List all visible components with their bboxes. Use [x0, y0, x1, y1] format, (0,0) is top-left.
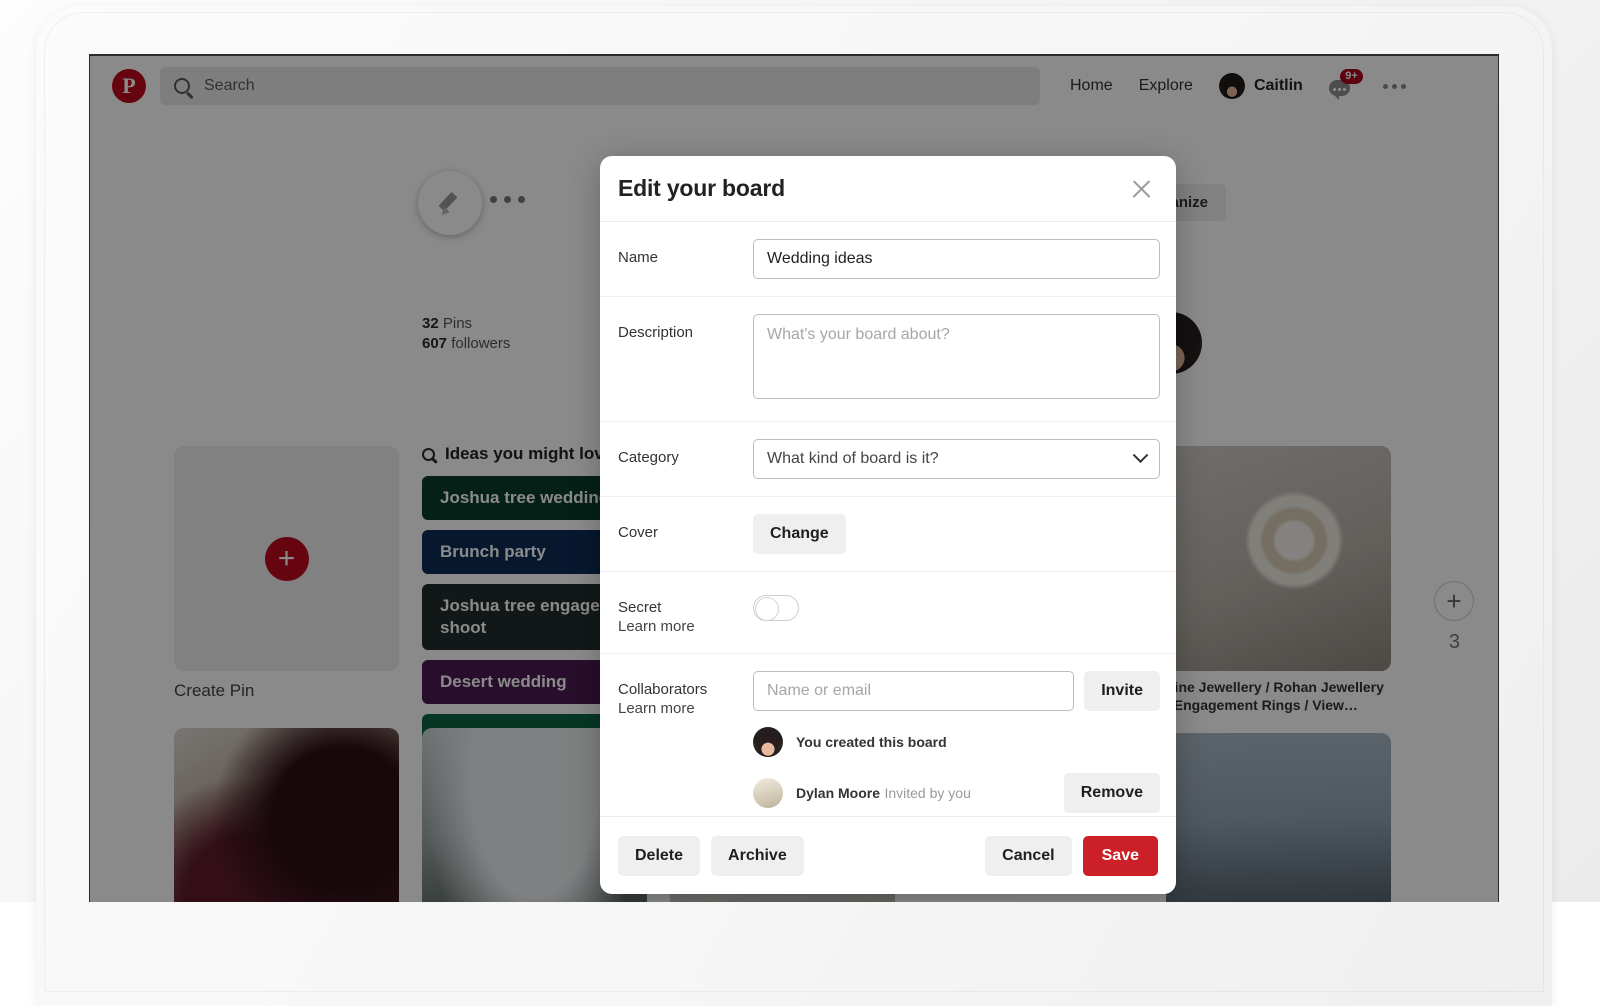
delete-button[interactable]: Delete [618, 836, 700, 876]
user-name: Caitlin [1254, 77, 1303, 95]
plus-icon: + [265, 537, 309, 581]
device-stage: P Search Home Explore Caitlin 9+ [0, 0, 1600, 902]
browser-viewport: P Search Home Explore Caitlin 9+ [89, 54, 1499, 902]
collaborators-label-text: Collaborators [618, 681, 707, 698]
secret-learn-more-link[interactable]: Learn more [618, 617, 753, 636]
board-description-input[interactable] [753, 314, 1160, 399]
collaborator-invite-row: Invite [753, 671, 1160, 711]
secret-label: Secret Learn more [618, 589, 753, 636]
header-nav: Home Explore Caitlin 9+ [1070, 73, 1406, 99]
avatar [1219, 73, 1245, 99]
category-label: Category [618, 439, 753, 467]
modal-title: Edit your board [618, 175, 785, 202]
messages-badge: 9+ [1340, 69, 1363, 84]
field-row-category: Category What kind of board is it? [600, 422, 1176, 497]
secret-label-text: Secret [618, 599, 661, 616]
invite-button[interactable]: Invite [1084, 671, 1160, 711]
chevron-down-icon [1133, 447, 1149, 463]
pin-image[interactable] [174, 728, 399, 902]
footer-right-actions: Cancel Save [985, 836, 1158, 876]
search-placeholder: Search [204, 77, 255, 95]
list-item: You created this board [753, 727, 1160, 757]
board-name-input[interactable] [753, 239, 1160, 279]
followers-count: 607 [422, 335, 447, 352]
field-row-name: Name [600, 222, 1176, 297]
search-input[interactable]: Search [160, 67, 1040, 105]
change-cover-button[interactable]: Change [753, 514, 846, 554]
pin-title: Fine Jewellery / Rohan Jewellery / Engag… [1166, 678, 1391, 714]
board-more-icon[interactable] [490, 196, 525, 203]
collaborators-learn-more-link[interactable]: Learn more [618, 699, 753, 718]
ellipsis-icon[interactable] [1383, 84, 1406, 89]
search-icon [174, 78, 190, 94]
pins-count: 32 [422, 315, 439, 332]
messages-button[interactable]: 9+ [1329, 74, 1357, 98]
collaborators-label: Collaborators Learn more [618, 671, 753, 718]
save-button[interactable]: Save [1083, 836, 1158, 876]
modal-header: Edit your board [600, 156, 1176, 222]
collaborator-name: You created this board [796, 734, 947, 750]
field-row-collaborators: Collaborators Learn more Invite You crea… [600, 654, 1176, 816]
pencil-icon [437, 190, 464, 217]
ideas-header-label: Ideas you might love [445, 444, 613, 464]
pins-label: Pins [443, 315, 472, 332]
create-pin-label: Create Pin [174, 681, 254, 701]
edit-board-modal: Edit your board Name Description [600, 156, 1176, 894]
name-label: Name [618, 239, 753, 267]
search-icon [422, 448, 435, 461]
footer-left-actions: Delete Archive [618, 836, 804, 876]
list-item: Dylan Moore Invited by you Remove [753, 773, 1160, 813]
scroll-plus-button[interactable]: + [1434, 581, 1474, 621]
cancel-button[interactable]: Cancel [985, 836, 1071, 876]
archive-button[interactable]: Archive [711, 836, 804, 876]
field-row-cover: Cover Change [600, 497, 1176, 572]
remove-collaborator-button[interactable]: Remove [1064, 773, 1160, 813]
pin-image[interactable] [1166, 733, 1391, 902]
followers-label: followers [451, 335, 510, 352]
modal-footer: Delete Archive Cancel Save [600, 816, 1176, 894]
scroll-count: 3 [1449, 631, 1460, 654]
category-selected-value: What kind of board is it? [767, 450, 939, 468]
secret-toggle[interactable] [753, 595, 799, 621]
collaborator-status: Invited by you [884, 785, 970, 801]
board-stats: 32 Pins 607 followers [422, 314, 510, 354]
nav-explore[interactable]: Explore [1139, 77, 1193, 95]
close-icon[interactable] [1128, 176, 1154, 202]
avatar [753, 778, 783, 808]
avatar [753, 727, 783, 757]
pinterest-header: P Search Home Explore Caitlin 9+ [90, 56, 1498, 116]
collaborator-input[interactable] [753, 671, 1074, 711]
field-row-description: Description [600, 297, 1176, 422]
collaborator-name: Dylan Moore [796, 785, 880, 801]
description-label: Description [618, 314, 753, 342]
pin-card[interactable]: Fine Jewellery / Rohan Jewellery / Engag… [1166, 446, 1391, 714]
category-select[interactable]: What kind of board is it? [753, 439, 1160, 479]
user-menu[interactable]: Caitlin [1219, 73, 1303, 99]
create-pin-tile[interactable]: + [174, 446, 399, 671]
pin-column: Fine Jewellery / Rohan Jewellery / Engag… [1166, 446, 1391, 728]
cover-label: Cover [618, 514, 753, 542]
pinterest-logo-icon[interactable]: P [112, 69, 146, 103]
chat-dots-icon [1333, 88, 1346, 91]
nav-home[interactable]: Home [1070, 77, 1113, 95]
field-row-secret: Secret Learn more [600, 572, 1176, 654]
pin-image [1166, 446, 1391, 671]
edit-board-button[interactable] [418, 171, 482, 235]
modal-body: Name Description Category [600, 222, 1176, 816]
